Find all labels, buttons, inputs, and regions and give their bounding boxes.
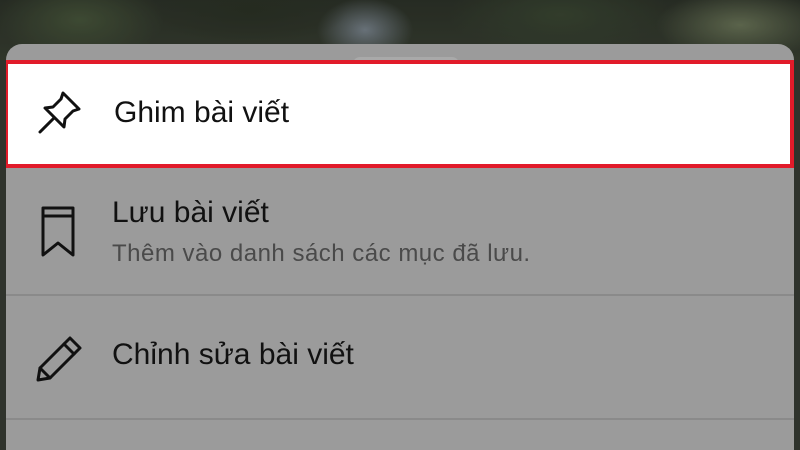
action-sheet: Ghim bài viết Lưu bài viết Thêm vào danh…	[6, 44, 794, 450]
screen: Ghim bài viết Lưu bài viết Thêm vào danh…	[0, 0, 800, 450]
pencil-icon	[36, 336, 82, 382]
menu-item-pin-post[interactable]: Ghim bài viết	[6, 60, 794, 168]
bookmark-icon	[41, 206, 75, 257]
menu-item-save-post[interactable]: Lưu bài viết Thêm vào danh sách các mục …	[6, 172, 794, 294]
menu-item-title: Ghim bài viết	[114, 96, 290, 129]
menu-item-description: Thêm vào danh sách các mục đã lưu.	[112, 240, 531, 267]
menu-item-edit-post[interactable]: Chỉnh sửa bài viết	[6, 296, 794, 418]
menu-item-title: Lưu bài viết	[112, 196, 269, 229]
menu-item-title: Chỉnh sửa bài viết	[112, 338, 354, 371]
pin-icon	[38, 91, 81, 134]
menu-divider	[6, 418, 794, 420]
